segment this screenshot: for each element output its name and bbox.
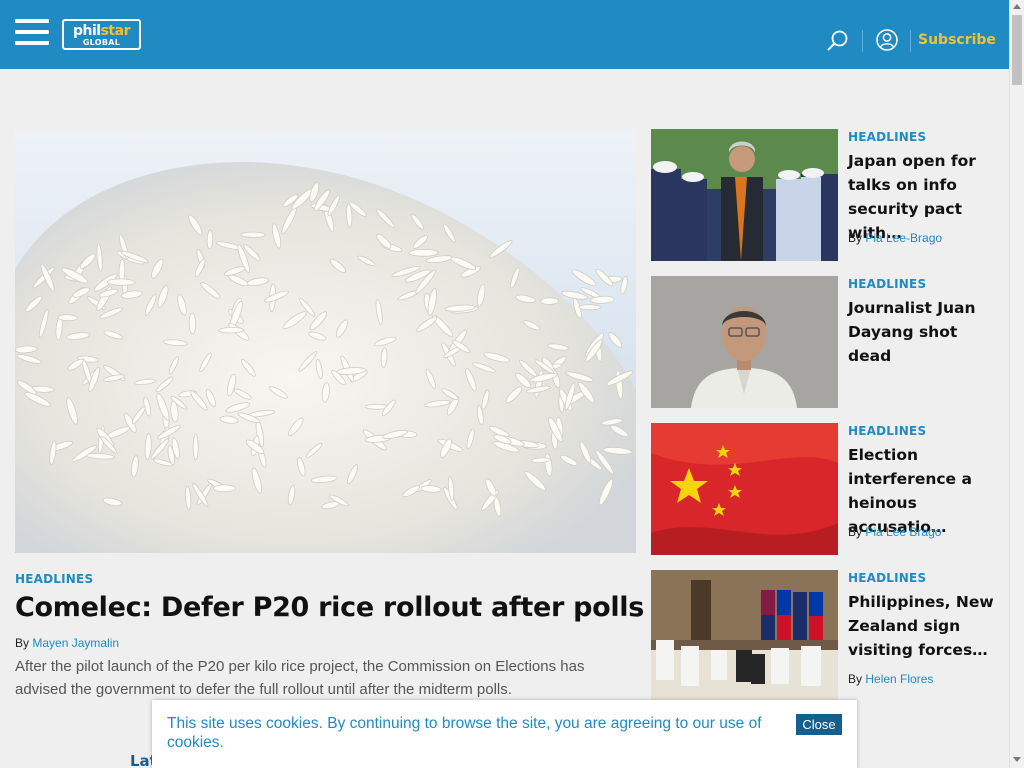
cookie-message: This site uses cookies. By continuing to…: [167, 715, 762, 751]
main-story-byline: By Mayen Jaymalin: [15, 636, 119, 650]
rice-grain-decoration: [240, 231, 266, 238]
main-story-summary: After the pilot launch of the P20 per ki…: [15, 658, 585, 698]
scroll-up-arrow-icon[interactable]: [1013, 4, 1021, 9]
byline-prefix: By: [848, 231, 863, 245]
side-story-thumbnail[interactable]: [651, 423, 838, 555]
main-story-image[interactable]: [15, 129, 636, 553]
rice-grain-decoration: [408, 249, 439, 257]
side-story-author[interactable]: Helen Flores: [865, 672, 933, 686]
philstar-logo[interactable]: philstar GLOBAL: [62, 19, 141, 50]
byline-prefix: By: [848, 672, 863, 686]
rice-grain-decoration: [106, 278, 136, 286]
main-story-section[interactable]: HEADLINES: [15, 572, 93, 586]
side-story-thumbnail[interactable]: [651, 276, 838, 408]
side-story-title[interactable]: Journalist Juan Dayang shot dead: [848, 296, 996, 368]
cookie-close-button[interactable]: Close: [796, 714, 842, 735]
rice-grain-decoration: [540, 297, 559, 305]
rice-grain-decoration: [218, 326, 244, 334]
scroll-thumb[interactable]: [1012, 15, 1022, 85]
rice-grain-decoration: [192, 433, 199, 461]
cookie-banner: This site uses cookies. By continuing to…: [152, 700, 857, 768]
side-story-section[interactable]: HEADLINES: [848, 130, 926, 144]
side-story: HEADLINES Election interference a heinou…: [651, 423, 996, 555]
side-story-section[interactable]: HEADLINES: [848, 424, 926, 438]
rice-grain-decoration: [57, 314, 78, 322]
logo-text-star: star: [100, 23, 131, 39]
side-story-byline: By Helen Flores: [848, 672, 933, 686]
page-scrollbar[interactable]: [1009, 0, 1024, 768]
side-story: HEADLINES Japan open for talks on info s…: [651, 129, 996, 261]
side-story-byline: By Pia Lee-Brago: [848, 231, 942, 245]
side-story-thumbnail[interactable]: [651, 129, 838, 261]
side-story-byline: By Pia Lee Brago: [848, 525, 941, 539]
header-divider: [862, 30, 863, 52]
logo-text-global: GLOBAL: [82, 38, 121, 47]
logo-text-phil: phil: [73, 23, 101, 39]
menu-icon[interactable]: [15, 19, 49, 45]
side-story-section[interactable]: HEADLINES: [848, 277, 926, 291]
top-navbar: philstar GLOBAL Subscribe: [0, 0, 1009, 69]
subscribe-link[interactable]: Subscribe: [918, 32, 996, 48]
rice-grain-decoration: [188, 312, 197, 335]
rice-grain-decoration: [212, 484, 237, 493]
rice-grain-decoration: [206, 229, 214, 250]
byline-prefix: By: [15, 636, 30, 650]
user-icon[interactable]: [876, 29, 898, 51]
search-icon[interactable]: [826, 29, 850, 53]
main-story-author[interactable]: Mayen Jaymalin: [32, 636, 119, 650]
rice-grain-decoration: [578, 304, 601, 311]
header-divider: [910, 30, 911, 52]
side-story: HEADLINES Philippines, New Zealand sign …: [651, 570, 996, 702]
side-story-author[interactable]: Pia Lee Brago: [865, 525, 941, 539]
main-story-title[interactable]: Comelec: Defer P20 rice rollout after po…: [15, 592, 644, 623]
side-story-author[interactable]: Pia Lee-Brago: [865, 231, 942, 245]
side-story-thumbnail[interactable]: [651, 570, 838, 702]
byline-prefix: By: [848, 525, 863, 539]
side-story-title[interactable]: Philippines, New Zealand sign visiting f…: [848, 590, 996, 662]
scroll-down-arrow-icon[interactable]: [1013, 757, 1021, 762]
side-story: HEADLINES Journalist Juan Dayang shot de…: [651, 276, 996, 408]
side-story-section[interactable]: HEADLINES: [848, 571, 926, 585]
